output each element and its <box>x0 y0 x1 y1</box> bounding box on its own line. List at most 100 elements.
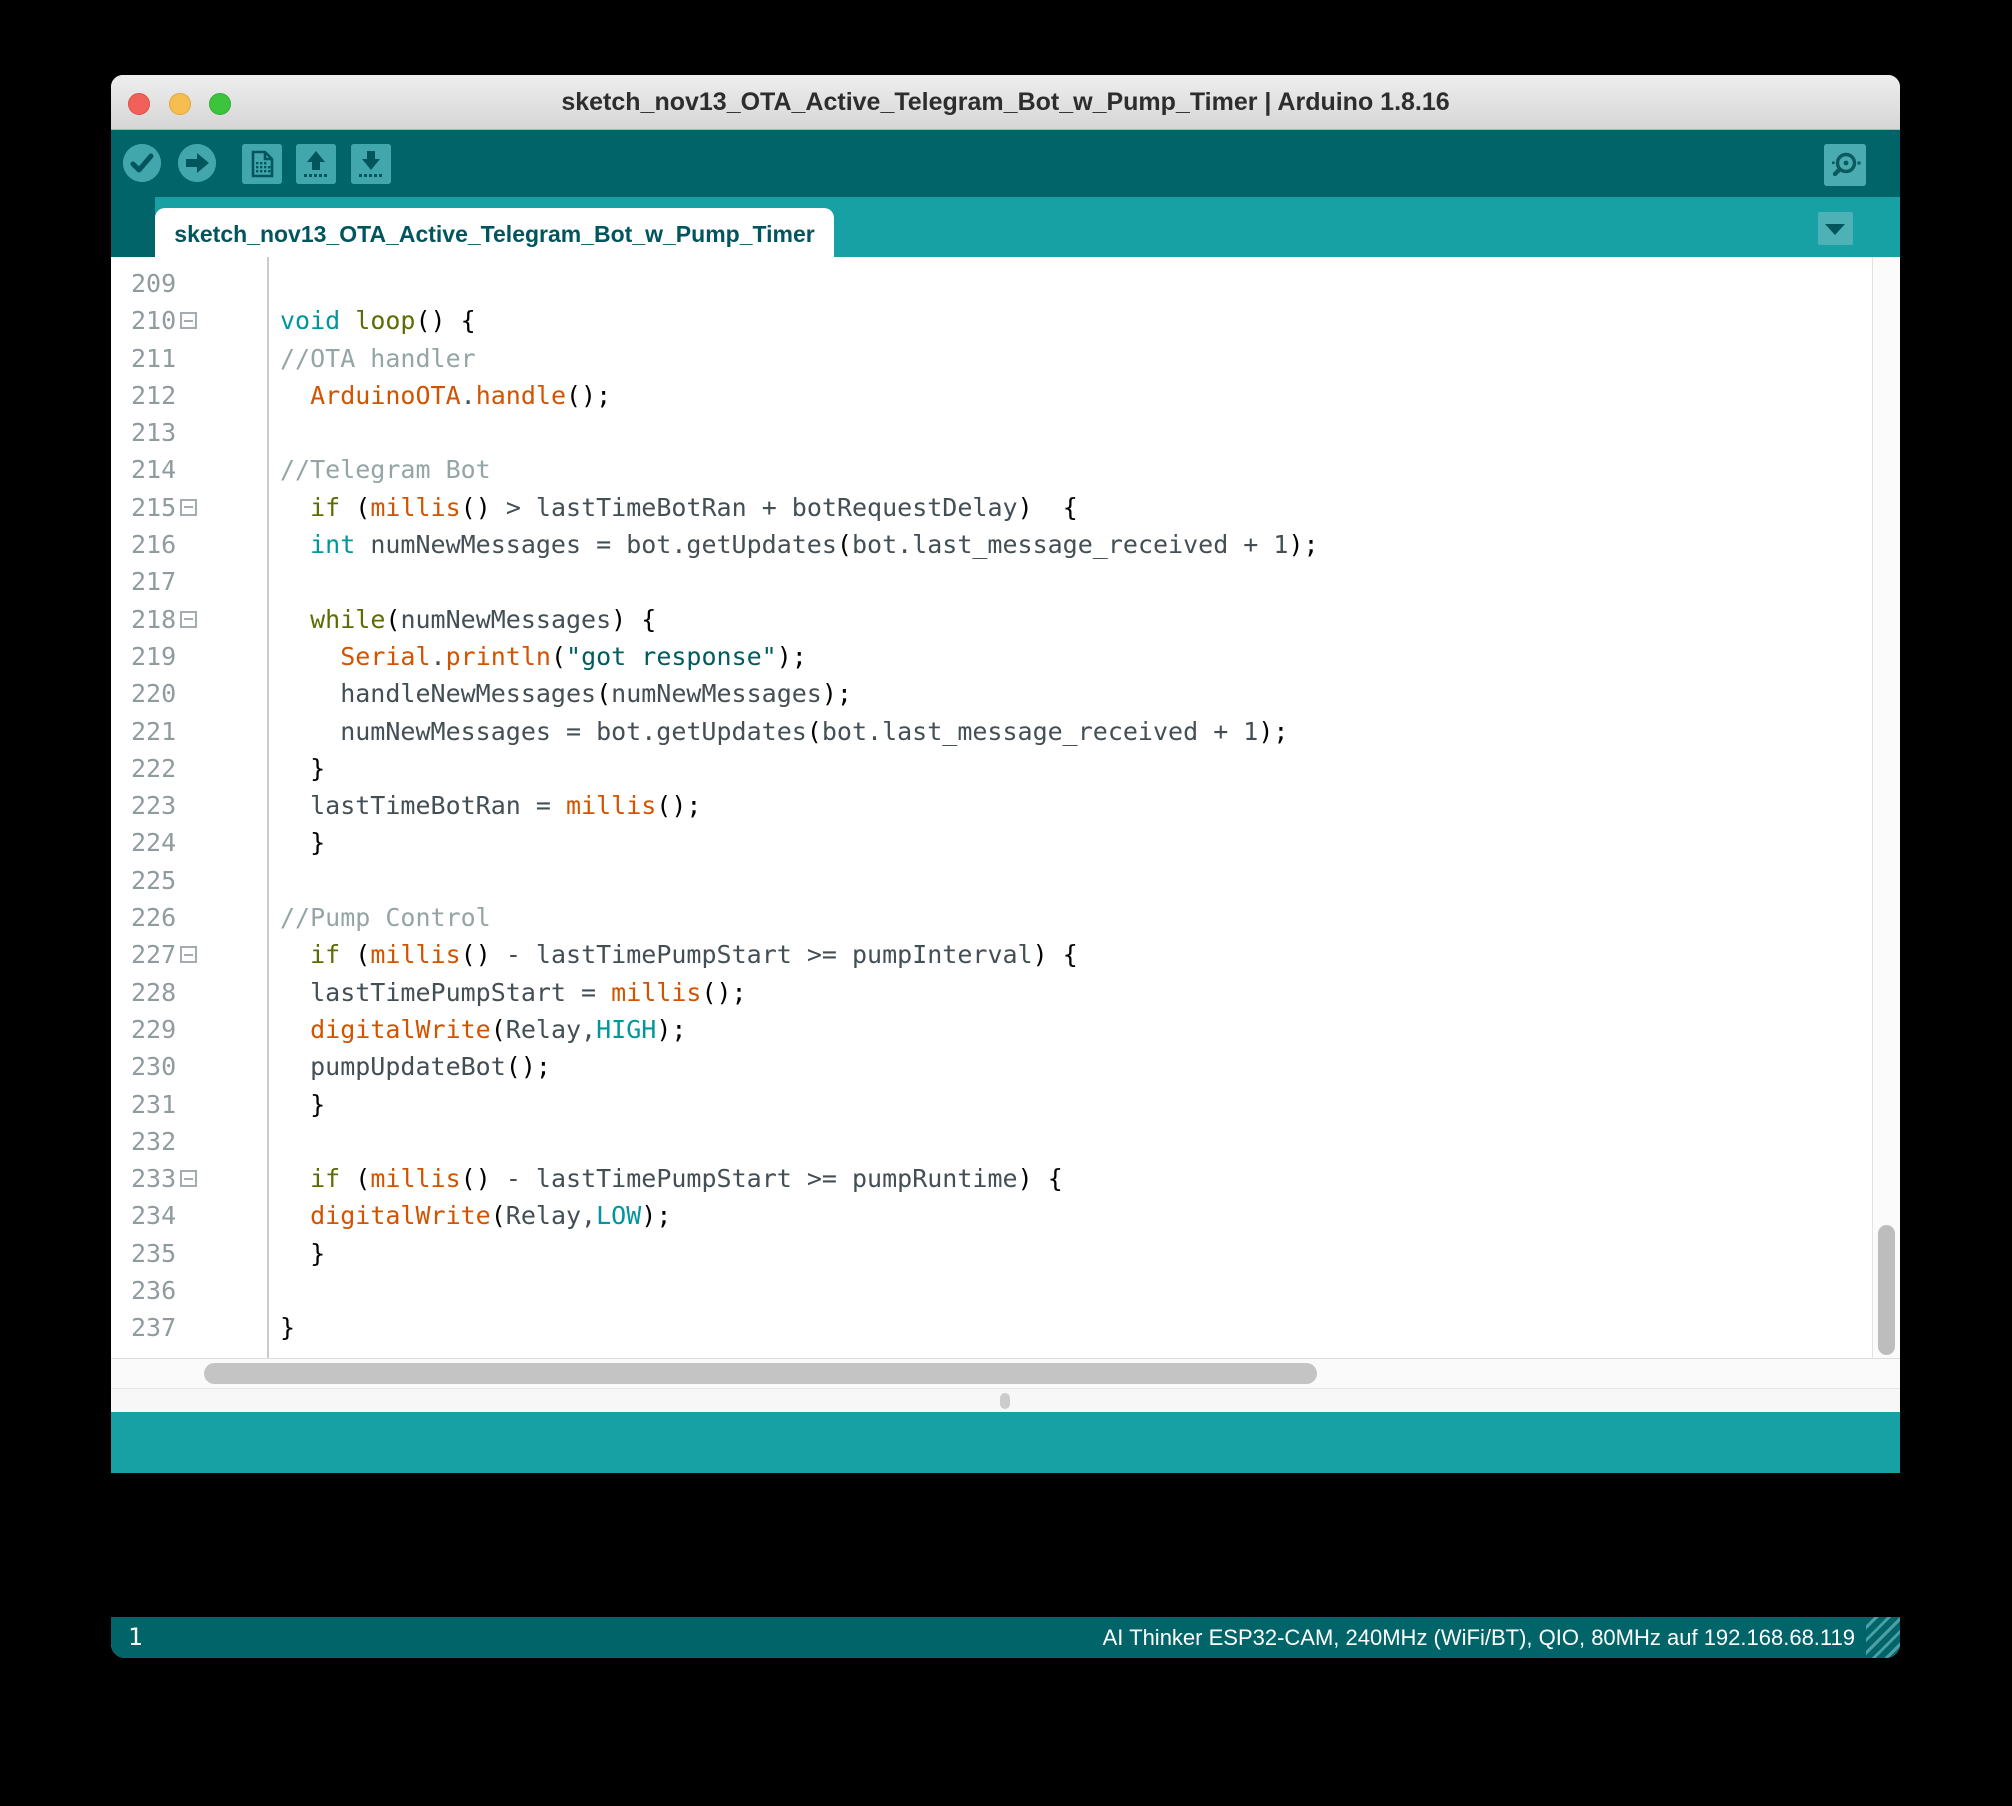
code-text: //Telegram Bot <box>280 451 491 488</box>
code-text: handleNewMessages(numNewMessages); <box>280 675 852 712</box>
code-line: 237} <box>111 1309 1870 1346</box>
code-text: if (millis() - lastTimePumpStart >= pump… <box>280 936 1078 973</box>
fold-collapse-icon[interactable] <box>180 1170 197 1187</box>
code-line: 225 <box>111 862 1870 899</box>
code-text: } <box>280 1235 325 1272</box>
code-text: digitalWrite(Relay,LOW); <box>280 1197 671 1234</box>
line-number: 225 <box>131 862 176 899</box>
verify-button[interactable] <box>123 144 161 182</box>
console-output <box>111 1473 1900 1617</box>
toolbar <box>111 130 1900 197</box>
line-number: 224 <box>131 824 176 861</box>
line-number: 233 <box>131 1160 176 1197</box>
tab-label: sketch_nov13_OTA_Active_Telegram_Bot_w_P… <box>155 208 834 257</box>
line-number: 216 <box>131 526 176 563</box>
code-text: } <box>280 750 325 787</box>
code-line: 229 digitalWrite(Relay,HIGH); <box>111 1011 1870 1048</box>
arduino-ide-window: sketch_nov13_OTA_Active_Telegram_Bot_w_P… <box>111 75 1900 1658</box>
save-button[interactable] <box>351 144 391 184</box>
code-line: 226 //Pump Control <box>111 899 1870 936</box>
code-line: 227 if (millis() - lastTimePumpStart >= … <box>111 936 1870 973</box>
code-text: pumpUpdateBot(); <box>280 1048 551 1085</box>
code-text: int numNewMessages = bot.getUpdates(bot.… <box>280 526 1319 563</box>
line-number: 229 <box>131 1011 176 1048</box>
fold-collapse-icon[interactable] <box>180 499 197 516</box>
line-number: 226 <box>131 899 176 936</box>
code-line: 215 if (millis() > lastTimeBotRan + botR… <box>111 489 1870 526</box>
window-title: sketch_nov13_OTA_Active_Telegram_Bot_w_P… <box>111 75 1900 130</box>
fold-collapse-icon[interactable] <box>180 611 197 628</box>
code-line: 233 if (millis() - lastTimePumpStart >= … <box>111 1160 1870 1197</box>
code-line: 217 <box>111 563 1870 600</box>
code-text: } <box>280 824 325 861</box>
line-number: 218 <box>131 601 176 638</box>
code-editor[interactable]: 209210void loop() {211//OTA handler212 A… <box>111 257 1900 1358</box>
line-number: 210 <box>131 302 176 339</box>
code-line: 216 int numNewMessages = bot.getUpdates(… <box>111 526 1870 563</box>
code-line: 231 } <box>111 1086 1870 1123</box>
fold-collapse-icon[interactable] <box>180 946 197 963</box>
code-text: ArduinoOTA.handle(); <box>280 377 611 414</box>
line-number: 227 <box>131 936 176 973</box>
code-line: 219 Serial.println("got response"); <box>111 638 1870 675</box>
line-number: 219 <box>131 638 176 675</box>
vertical-scrollbar[interactable] <box>1872 257 1900 1358</box>
code-text: } <box>280 1086 325 1123</box>
code-text: //Pump Control <box>280 899 491 936</box>
line-number: 236 <box>131 1272 176 1309</box>
code-line: 218 while(numNewMessages) { <box>111 601 1870 638</box>
upload-button[interactable] <box>178 144 216 182</box>
code-line: 222 } <box>111 750 1870 787</box>
tab-bar: sketch_nov13_OTA_Active_Telegram_Bot_w_P… <box>111 197 1900 257</box>
line-number: 220 <box>131 675 176 712</box>
code-line: 212 ArduinoOTA.handle(); <box>111 377 1870 414</box>
code-text: } <box>280 1309 295 1346</box>
code-line: 232 <box>111 1123 1870 1160</box>
code-text: lastTimePumpStart = millis(); <box>280 974 747 1011</box>
code-text: lastTimeBotRan = millis(); <box>280 787 701 824</box>
code-line: 221 numNewMessages = bot.getUpdates(bot.… <box>111 713 1870 750</box>
line-number: 230 <box>131 1048 176 1085</box>
horizontal-scrollbar-thumb[interactable] <box>204 1363 1317 1384</box>
line-number: 237 <box>131 1309 176 1346</box>
code-text: //OTA handler <box>280 340 476 377</box>
code-line: 210void loop() { <box>111 302 1870 339</box>
status-message-strip <box>111 1412 1900 1473</box>
code-line: 230 pumpUpdateBot(); <box>111 1048 1870 1085</box>
code-line: 235 } <box>111 1235 1870 1272</box>
titlebar[interactable]: sketch_nov13_OTA_Active_Telegram_Bot_w_P… <box>111 75 1900 130</box>
line-number: 231 <box>131 1086 176 1123</box>
code-line: 224 } <box>111 824 1870 861</box>
code-lines: 209210void loop() {211//OTA handler212 A… <box>111 265 1870 1347</box>
vertical-scrollbar-thumb[interactable] <box>1878 1225 1895 1355</box>
code-text: if (millis() - lastTimePumpStart >= pump… <box>280 1160 1063 1197</box>
line-number: 234 <box>131 1197 176 1234</box>
code-line: 209 <box>111 265 1870 302</box>
code-text: numNewMessages = bot.getUpdates(bot.last… <box>280 713 1288 750</box>
code-line: 234 digitalWrite(Relay,LOW); <box>111 1197 1870 1234</box>
status-bar: 1 AI Thinker ESP32-CAM, 240MHz (WiFi/BT)… <box>111 1617 1900 1658</box>
line-number: 235 <box>131 1235 176 1272</box>
code-text: if (millis() > lastTimeBotRan + botReque… <box>280 489 1078 526</box>
code-line: 213 <box>111 414 1870 451</box>
code-text: while(numNewMessages) { <box>280 601 656 638</box>
tab-active-sketch[interactable]: sketch_nov13_OTA_Active_Telegram_Bot_w_P… <box>155 208 834 257</box>
resize-grip-icon[interactable] <box>1866 1617 1900 1658</box>
fold-collapse-icon[interactable] <box>180 312 197 329</box>
editor-console-splitter[interactable] <box>111 1388 1900 1412</box>
code-line: 236 <box>111 1272 1870 1309</box>
splitter-handle-icon <box>1000 1393 1010 1409</box>
chevron-down-icon <box>1825 224 1845 235</box>
horizontal-scrollbar[interactable] <box>111 1358 1900 1388</box>
line-number: 223 <box>131 787 176 824</box>
new-sketch-button[interactable] <box>242 144 282 184</box>
line-number: 213 <box>131 414 176 451</box>
tab-menu-button[interactable] <box>1818 212 1853 245</box>
serial-monitor-button[interactable] <box>1824 144 1866 186</box>
line-number: 221 <box>131 713 176 750</box>
open-button[interactable] <box>296 144 336 184</box>
code-text: digitalWrite(Relay,HIGH); <box>280 1011 686 1048</box>
status-line-number: 1 <box>128 1617 142 1658</box>
code-line: 214//Telegram Bot <box>111 451 1870 488</box>
code-line: 228 lastTimePumpStart = millis(); <box>111 974 1870 1011</box>
